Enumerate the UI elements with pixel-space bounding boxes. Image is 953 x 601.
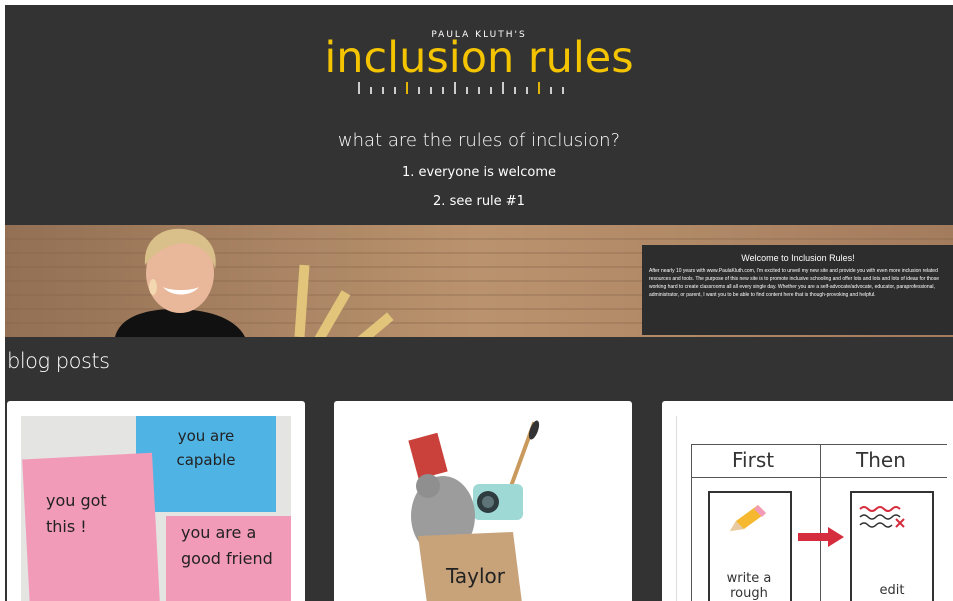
edit-marks-icon (859, 506, 905, 528)
blog-card[interactable]: Taylor (334, 401, 632, 601)
welcome-text: After nearly 10 years with www.PaulaKlut… (649, 268, 939, 298)
rule-one: 1. everyone is welcome (401, 165, 557, 180)
divider (692, 477, 947, 478)
welcome-panel: Welcome to Inclusion Rules! After nearly… (642, 245, 953, 335)
blog-card-image[interactable]: First Then write a rough edit (676, 416, 947, 601)
pencil-icon (730, 505, 766, 531)
page: PAULA KLUTH'S inclusion rules what are t… (5, 5, 953, 601)
welcome-title: Welcome to Inclusion Rules! (741, 253, 855, 263)
tagline: what are the rules of inclusion? (337, 130, 621, 151)
site-logo[interactable]: inclusion rules (5, 33, 953, 83)
bag-label: Taylor (446, 564, 506, 588)
site-header: PAULA KLUTH'S inclusion rules what are t… (5, 5, 953, 225)
sticky-note-text: you are a good friend (181, 523, 273, 568)
blog-card-image[interactable]: you are capable you got this ! you are a… (21, 416, 291, 601)
ruler-graphic (358, 82, 564, 94)
first-then-chart: First Then write a rough edit (691, 444, 947, 601)
first-label: First (732, 448, 775, 472)
rule-two: 2. see rule #1 (433, 194, 525, 209)
left-caption: write a rough draft (726, 571, 772, 601)
arrow-right-icon (798, 527, 844, 547)
sticky-note-text: you got this ! (46, 491, 107, 536)
sticky-note-text: you are capable (176, 427, 236, 469)
blog-card[interactable]: First Then write a rough edit (662, 401, 953, 601)
blog-heading: blog posts (7, 349, 110, 373)
blog-card[interactable]: you are capable you got this ! you are a… (7, 401, 305, 601)
then-label: Then (856, 448, 906, 472)
divider (820, 445, 821, 601)
blog-card-image[interactable]: Taylor (348, 416, 618, 601)
right-caption: edit (879, 583, 905, 598)
